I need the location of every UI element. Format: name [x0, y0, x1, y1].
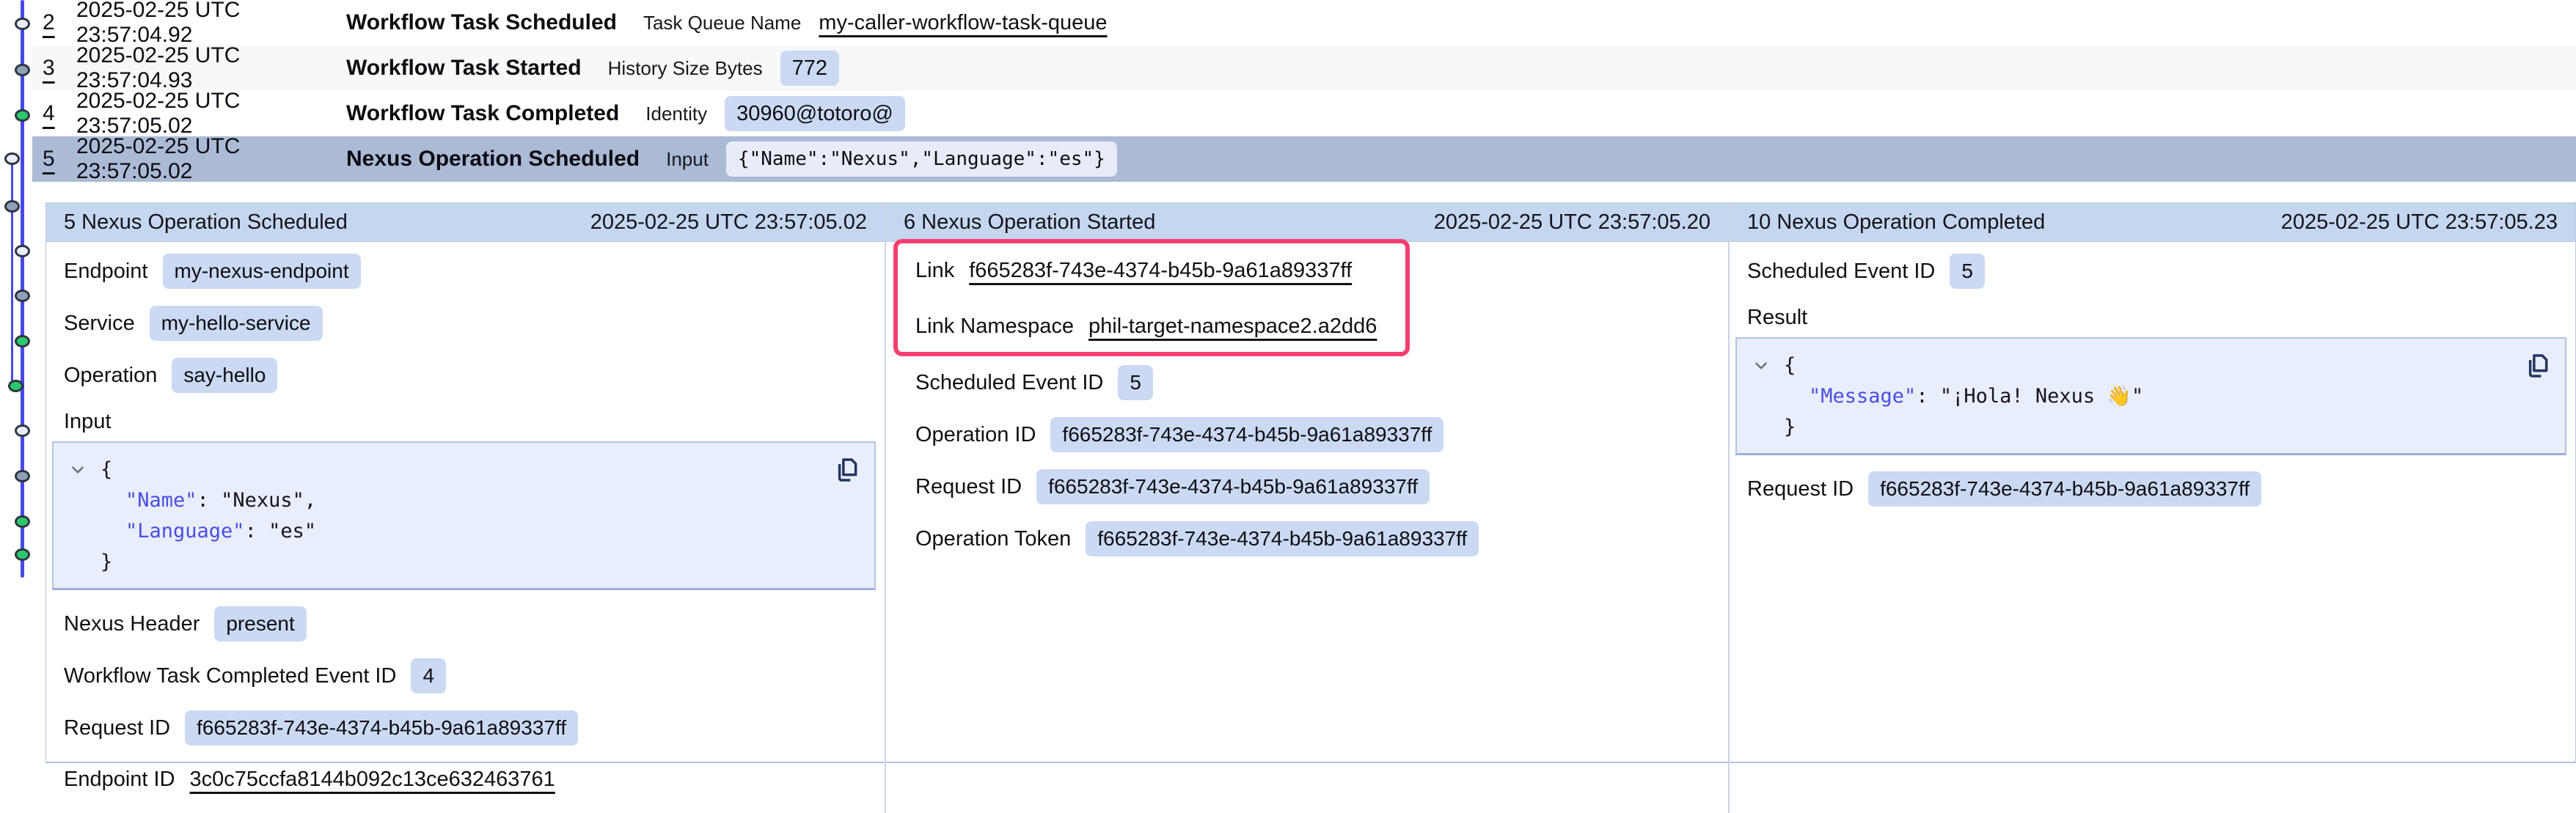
input-section-label: Input [64, 410, 867, 434]
operation-token-badge: f665283f-743e-4374-b45b-9a61a89337ff [1086, 521, 1479, 556]
service-badge: my-hello-service [150, 306, 323, 341]
collapse-chevron-icon[interactable] [68, 460, 87, 479]
timeline-dot-scheduled[interactable] [4, 152, 20, 165]
timeline-dot-scheduled[interactable] [15, 18, 30, 30]
copy-icon[interactable] [2521, 350, 2552, 381]
event-timestamp: 2025-02-25 UTC 23:57:04.93 [76, 43, 346, 93]
detail-card-nexus-operation-completed: 10 Nexus Operation Completed 2025-02-25 … [1728, 203, 2575, 813]
result-section-label: Result [1747, 306, 2558, 330]
field-request-id: Request ID f665283f-743e-4374-b45b-9a61a… [64, 710, 867, 746]
timeline-dot-completed[interactable] [15, 335, 30, 347]
timeline-dot-completed[interactable] [15, 109, 30, 122]
operation-id-badge: f665283f-743e-4374-b45b-9a61a89337ff [1050, 417, 1443, 452]
event-timestamp: 2025-02-25 UTC 23:57:05.02 [76, 89, 346, 139]
timeline-branch-line [11, 159, 13, 388]
detail-card-header: 5 Nexus Operation Scheduled 2025-02-25 U… [46, 203, 885, 242]
detail-card-title: 5 Nexus Operation Scheduled [64, 210, 348, 235]
timeline-dot-completed[interactable] [15, 548, 30, 561]
event-name: Workflow Task Scheduled [346, 10, 617, 35]
field-operation-token: Operation Token f665283f-743e-4374-b45b-… [915, 521, 1710, 556]
event-id-link[interactable]: 5 [43, 147, 76, 172]
field-endpoint: Endpoint my-nexus-endpoint [64, 254, 867, 289]
event-name: Nexus Operation Scheduled [346, 147, 640, 172]
timeline-dot-scheduled[interactable] [15, 245, 30, 257]
input-json-badge: {"Name":"Nexus","Language":"es"} [726, 141, 1117, 177]
input-json-viewer: { "Name": "Nexus", "Language": "es" } [52, 441, 876, 590]
event-detail-label: Task Queue Name [643, 12, 801, 34]
field-scheduled-event-id: Scheduled Event ID 5 [1747, 254, 2558, 289]
event-detail-label: History Size Bytes [608, 57, 763, 80]
detail-card-timestamp: 2025-02-25 UTC 23:57:05.20 [1434, 210, 1710, 235]
field-link: Link f665283f-743e-4374-b45b-9a61a89337f… [915, 254, 1710, 287]
event-id-link[interactable]: 3 [43, 56, 76, 81]
detail-card-timestamp: 2025-02-25 UTC 23:57:05.23 [2281, 210, 2558, 235]
field-endpoint-id: Endpoint ID 3c0c75ccfa8144b092c13ce63246… [64, 762, 867, 796]
field-scheduled-event-id: Scheduled Event ID 5 [915, 365, 1710, 400]
detail-card-timestamp: 2025-02-25 UTC 23:57:05.02 [590, 210, 867, 235]
event-row-4[interactable]: 4 2025-02-25 UTC 23:57:05.02 Workflow Ta… [32, 91, 2576, 136]
timeline-dot-started[interactable] [15, 470, 30, 482]
timeline-dot-completed[interactable] [15, 515, 30, 528]
endpoint-id-link[interactable]: 3c0c75ccfa8144b092c13ce632463761 [190, 768, 555, 792]
collapse-chevron-icon[interactable] [1752, 356, 1771, 375]
field-nexus-header: Nexus Header present [64, 606, 867, 641]
event-row-2[interactable]: 2 2025-02-25 UTC 23:57:04.92 Workflow Ta… [32, 0, 2576, 45]
field-request-id: Request ID f665283f-743e-4374-b45b-9a61a… [1747, 471, 2558, 507]
event-id-link[interactable]: 4 [43, 101, 76, 126]
event-detail-label: Identity [645, 103, 707, 125]
link-namespace-link[interactable]: phil-target-namespace2.a2dd6 [1088, 314, 1377, 339]
task-queue-link[interactable]: my-caller-workflow-task-queue [819, 11, 1107, 34]
field-operation: Operation say-hello [64, 358, 867, 393]
event-name: Workflow Task Completed [346, 101, 619, 126]
detail-card-header: 6 Nexus Operation Started 2025-02-25 UTC… [886, 203, 1728, 242]
copy-icon[interactable] [830, 455, 861, 485]
timeline-dot-started[interactable] [15, 290, 30, 302]
event-detail-label: Input [666, 148, 709, 171]
event-timestamp: 2025-02-25 UTC 23:57:05.02 [76, 134, 346, 184]
detail-card-nexus-operation-started: 6 Nexus Operation Started 2025-02-25 UTC… [885, 203, 1728, 813]
event-timestamp: 2025-02-25 UTC 23:57:04.92 [76, 0, 346, 48]
request-id-badge: f665283f-743e-4374-b45b-9a61a89337ff [1036, 469, 1430, 504]
field-operation-id: Operation ID f665283f-743e-4374-b45b-9a6… [915, 417, 1710, 452]
detail-card-title: 6 Nexus Operation Started [904, 210, 1155, 235]
event-name: Workflow Task Started [346, 56, 582, 81]
event-list: 2 2025-02-25 UTC 23:57:04.92 Workflow Ta… [32, 0, 2576, 182]
history-size-badge: 772 [780, 51, 839, 86]
nexus-operation-detail-panel: 5 Nexus Operation Scheduled 2025-02-25 U… [45, 202, 2576, 763]
field-link-namespace: Link Namespace phil-target-namespace2.a2… [915, 309, 1710, 343]
field-workflow-task-completed-event-id: Workflow Task Completed Event ID 4 [64, 658, 867, 694]
timeline-dot-scheduled[interactable] [15, 424, 30, 437]
request-id-badge: f665283f-743e-4374-b45b-9a61a89337ff [185, 710, 578, 746]
timeline-dot-started[interactable] [4, 200, 20, 213]
timeline-dot-completed[interactable] [8, 380, 23, 392]
event-row-3[interactable]: 3 2025-02-25 UTC 23:57:04.93 Workflow Ta… [32, 45, 2576, 91]
request-id-badge: f665283f-743e-4374-b45b-9a61a89337ff [1868, 471, 2261, 507]
detail-card-title: 10 Nexus Operation Completed [1747, 210, 2045, 235]
identity-badge: 30960@totoro@ [725, 96, 905, 131]
operation-badge: say-hello [172, 358, 277, 393]
scheduled-event-id-badge: 5 [1118, 365, 1153, 400]
detail-card-nexus-operation-scheduled: 5 Nexus Operation Scheduled 2025-02-25 U… [46, 203, 885, 813]
event-id-badge: 4 [411, 658, 446, 694]
timeline-dot-started[interactable] [15, 64, 30, 76]
scheduled-event-id-badge: 5 [1950, 254, 1985, 289]
event-row-5-selected[interactable]: 5 2025-02-25 UTC 23:57:05.02 Nexus Opera… [32, 136, 2576, 182]
link-fields-group: Link f665283f-743e-4374-b45b-9a61a89337f… [915, 254, 1710, 343]
result-json-viewer: { "Message": "¡Hola! Nexus 👋" } [1735, 337, 2566, 455]
field-request-id: Request ID f665283f-743e-4374-b45b-9a61a… [915, 469, 1710, 504]
link-workflow-link[interactable]: f665283f-743e-4374-b45b-9a61a89337ff [969, 259, 1352, 283]
detail-card-header: 10 Nexus Operation Completed 2025-02-25 … [1730, 203, 2575, 242]
field-service: Service my-hello-service [64, 306, 867, 341]
endpoint-badge: my-nexus-endpoint [163, 254, 361, 289]
timeline-main-line [21, 0, 24, 578]
workflow-event-history-screen: 2 2025-02-25 UTC 23:57:04.92 Workflow Ta… [0, 0, 2576, 773]
nexus-header-badge: present [214, 606, 306, 641]
event-id-link[interactable]: 2 [43, 10, 76, 35]
